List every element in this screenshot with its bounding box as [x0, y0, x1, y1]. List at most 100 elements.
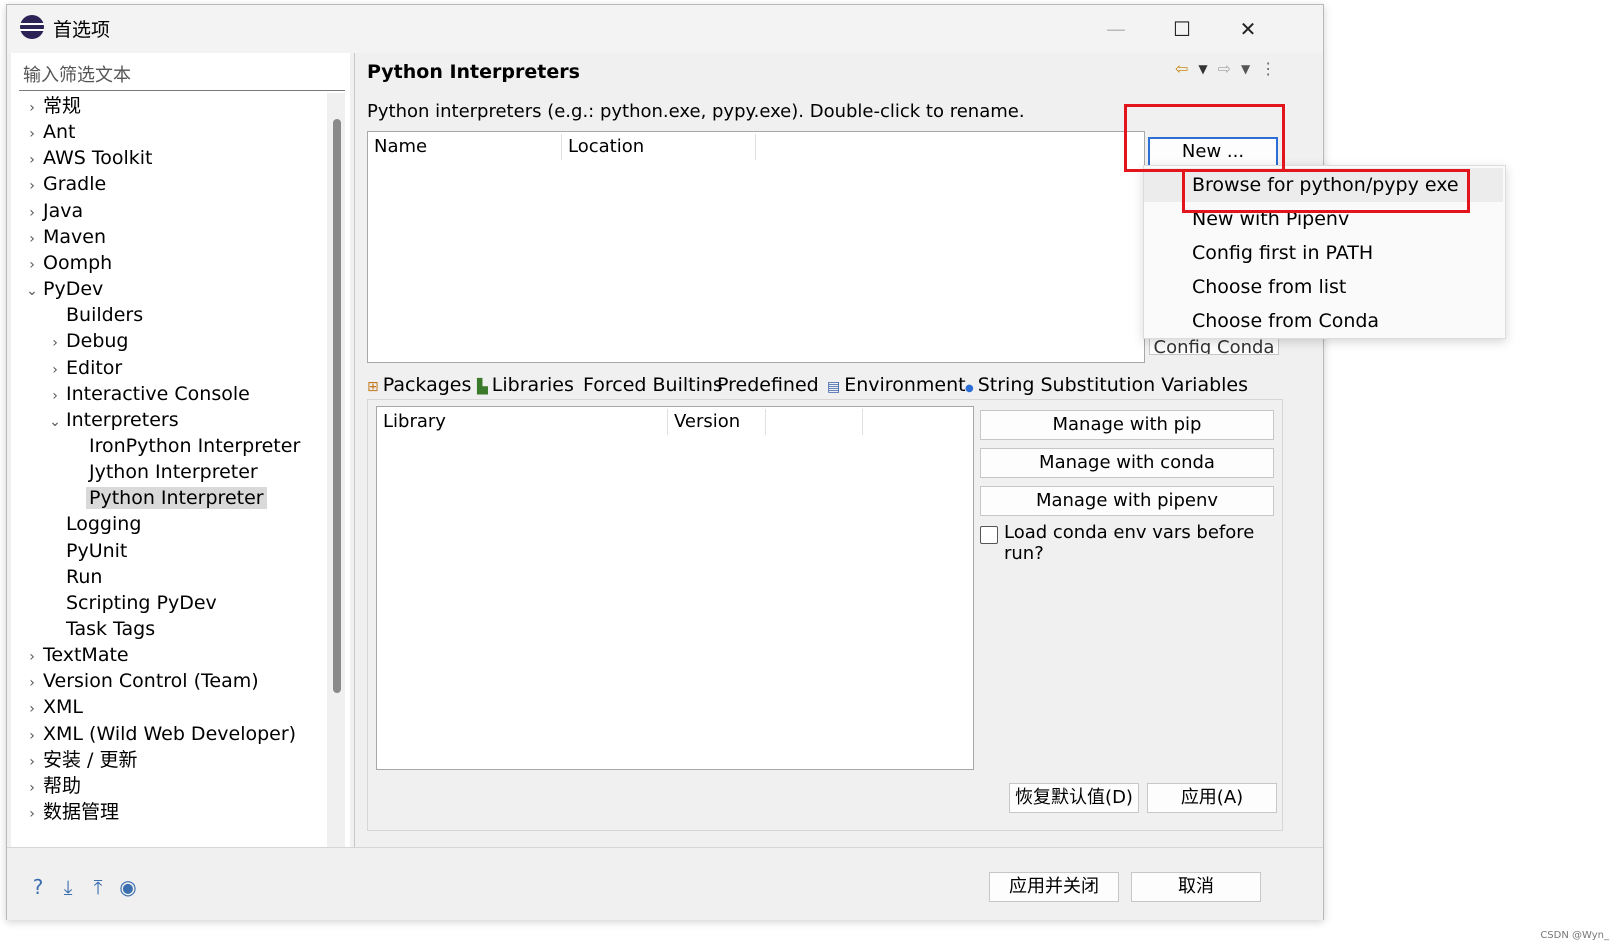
tree-item[interactable]: Jython Interpreter — [67, 459, 258, 485]
chevron-right-icon[interactable]: › — [21, 226, 43, 252]
chevron-down-icon[interactable]: ⌄ — [21, 278, 43, 304]
back-arrow-icon[interactable]: ⇦ — [1175, 59, 1188, 79]
tree-item[interactable]: › 常规 — [21, 93, 81, 119]
tree-item[interactable]: Builders — [44, 302, 143, 328]
tree-item[interactable]: › Version Control (Team) — [21, 668, 258, 696]
column-header-name[interactable]: Name — [374, 136, 427, 157]
menu-item-choose-from-conda[interactable]: Choose from Conda — [1144, 304, 1503, 338]
forward-menu-chevron-icon[interactable]: ▼ — [1241, 59, 1250, 79]
help-icon[interactable]: ? — [27, 876, 49, 898]
chevron-right-icon[interactable]: › — [21, 801, 43, 827]
tree-item[interactable]: › Gradle — [21, 171, 106, 197]
manage-pip-button[interactable]: Manage with pip — [980, 410, 1274, 440]
tree-item-label: Gradle — [43, 173, 107, 196]
tree-item[interactable]: ⌄ Interpreters — [44, 407, 179, 435]
menu-item-choose-from-list[interactable]: Choose from list — [1144, 270, 1503, 304]
chevron-right-icon[interactable]: › — [21, 252, 43, 278]
close-button[interactable]: ✕ — [1215, 5, 1281, 53]
tree-item[interactable]: › Debug — [44, 328, 128, 354]
chevron-right-icon[interactable]: › — [21, 723, 43, 749]
tree-item[interactable]: › Oomph — [21, 250, 112, 276]
menu-item-config-first-in-path[interactable]: Config first in PATH — [1144, 236, 1503, 270]
apply-button[interactable]: 应用(A) — [1147, 783, 1277, 813]
load-conda-checkbox[interactable] — [980, 526, 998, 544]
column-separator — [862, 409, 863, 435]
chevron-right-icon[interactable]: › — [21, 121, 43, 147]
tab-label: Libraries — [491, 374, 574, 396]
packages-table[interactable]: Library Version — [376, 406, 974, 770]
tree-item-label: Interpreters — [66, 408, 179, 431]
tree-item[interactable]: Python Interpreter — [67, 485, 267, 511]
tab-forced-builtins[interactable]: Forced Builtins — [583, 369, 723, 401]
tree-item[interactable]: › Ant — [21, 119, 75, 147]
chevron-right-icon[interactable]: › — [44, 330, 66, 356]
manage-conda-button[interactable]: Manage with conda — [980, 448, 1274, 478]
tree-item[interactable]: › 数据管理 — [21, 799, 119, 825]
tree-item-label: AWS Toolkit — [43, 147, 153, 170]
chevron-right-icon[interactable]: › — [21, 95, 43, 121]
tree-item[interactable]: › XML (Wild Web Developer) — [21, 721, 296, 747]
cancel-button[interactable]: 取消 — [1131, 872, 1261, 902]
apply-and-close-button[interactable]: 应用并关闭 — [989, 872, 1119, 902]
chevron-right-icon[interactable]: › — [44, 383, 66, 409]
tree-item[interactable]: › Editor — [44, 355, 122, 381]
tab-label: Packages — [382, 374, 472, 396]
interpreters-table[interactable]: Name Location — [367, 131, 1145, 363]
tree-item[interactable]: PyUnit — [44, 538, 127, 564]
restore-defaults-button[interactable]: 恢复默认值(D) — [1009, 783, 1139, 813]
chevron-right-icon[interactable]: › — [21, 644, 43, 670]
minimize-button[interactable]: — — [1083, 5, 1149, 53]
tree-item[interactable]: Run — [44, 564, 102, 590]
title-bar: 首选项 — ☐ ✕ — [7, 5, 1323, 53]
tab-string-substitution[interactable]: ● String Substitution Variables — [965, 369, 1248, 401]
tree-item[interactable]: › TextMate — [21, 642, 128, 670]
annotation-highlight-browse-item — [1182, 169, 1470, 213]
interpreters-description: Python interpreters (e.g.: python.exe, p… — [367, 101, 1025, 122]
tree-item[interactable]: › XML — [21, 694, 83, 720]
tree-item[interactable]: Scripting PyDev — [44, 590, 217, 616]
tree-item[interactable]: Task Tags — [44, 616, 155, 642]
tree-item[interactable]: › 帮助 — [21, 773, 81, 799]
tree-item[interactable]: › Interactive Console — [44, 381, 250, 407]
chevron-right-icon[interactable]: › — [21, 670, 43, 696]
filter-input[interactable]: 输入筛选文本 — [19, 61, 345, 91]
tab-libraries[interactable]: ▙ Libraries — [477, 369, 574, 401]
tree-item[interactable]: IronPython Interpreter — [67, 433, 300, 459]
tab-packages[interactable]: ⊞ Packages — [367, 369, 471, 401]
tree-item[interactable]: › AWS Toolkit — [21, 145, 152, 171]
import-icon[interactable]: ⤓ — [57, 876, 79, 898]
maximize-button[interactable]: ☐ — [1149, 5, 1215, 53]
tree-item[interactable]: ⌄ PyDev — [21, 276, 103, 302]
tab-environment[interactable]: ▤ Environment — [827, 369, 966, 401]
back-menu-chevron-icon[interactable]: ▼ — [1198, 59, 1207, 79]
tree-item-label: PyUnit — [66, 539, 128, 562]
watermark: CSDN @Wyn_ — [1540, 930, 1609, 941]
export-icon[interactable]: ⤒ — [87, 876, 109, 898]
column-header-location[interactable]: Location — [568, 136, 644, 157]
tab-label: Predefined — [717, 374, 819, 396]
chevron-right-icon[interactable]: › — [44, 357, 66, 383]
dialog-footer: ? ⤓ ⤒ ◉ 应用并关闭 取消 — [7, 847, 1323, 920]
more-options-icon[interactable]: ⋮ — [1260, 59, 1276, 79]
column-header-library[interactable]: Library — [383, 411, 446, 432]
tree-item[interactable]: Logging — [44, 511, 141, 537]
column-header-version[interactable]: Version — [674, 411, 740, 432]
preferences-tree: › 常规 › Ant › AWS Toolkit › Gradle › Java › Maven › Oo… — [11, 93, 311, 847]
chevron-right-icon[interactable]: › — [21, 173, 43, 199]
tree-item-label: Oomph — [43, 251, 113, 274]
page-navigation: ⇦ ▼ ⇨ ▼ ⋮ — [1175, 59, 1276, 79]
chevron-right-icon[interactable]: › — [21, 696, 43, 722]
chevron-right-icon[interactable]: › — [21, 775, 43, 801]
tree-item[interactable]: › Maven — [21, 224, 106, 250]
tree-scrollbar-thumb[interactable] — [333, 119, 341, 693]
chevron-down-icon[interactable]: ⌄ — [44, 409, 66, 435]
tree-item[interactable]: › 安装 / 更新 — [21, 747, 137, 773]
chevron-right-icon[interactable]: › — [21, 749, 43, 775]
manage-pipenv-button[interactable]: Manage with pipenv — [980, 486, 1274, 516]
forward-arrow-icon[interactable]: ⇨ — [1218, 59, 1231, 79]
record-icon[interactable]: ◉ — [117, 876, 139, 898]
tab-predefined[interactable]: Predefined — [717, 369, 819, 401]
chevron-right-icon[interactable]: › — [21, 147, 43, 173]
tree-item[interactable]: › Java — [21, 198, 83, 224]
chevron-right-icon[interactable]: › — [21, 200, 43, 226]
